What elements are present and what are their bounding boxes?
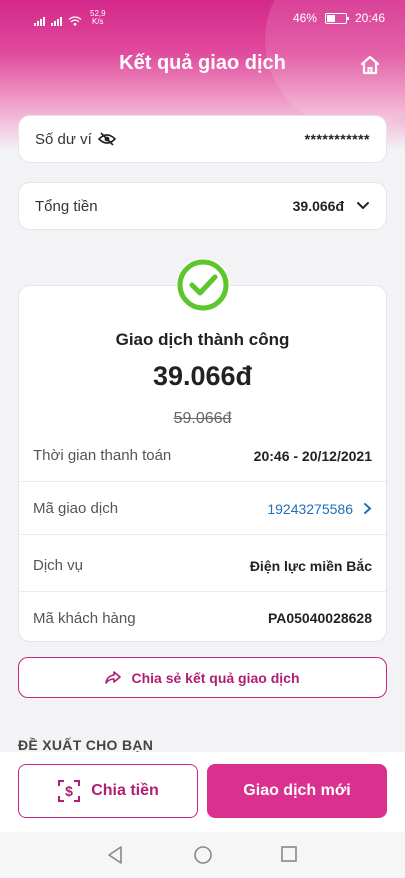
detail-label: Thời gian thanh toán <box>33 447 172 464</box>
split-money-button[interactable]: $ Chia tiền <box>18 764 198 818</box>
detail-label: Mã giao dịch <box>33 500 119 517</box>
eye-off-icon[interactable] <box>97 132 116 146</box>
system-navigation-bar <box>0 832 405 878</box>
chevron-right-icon[interactable] <box>363 502 372 515</box>
split-money-label: Chia tiền <box>91 782 159 799</box>
page-title: Kết quả giao dịch <box>119 52 286 74</box>
network-speed-unit: K/s <box>92 17 104 26</box>
back-icon[interactable] <box>106 845 124 865</box>
new-transaction-label: Giao dịch mới <box>243 782 351 799</box>
split-money-icon: $ <box>58 780 81 802</box>
detail-row-service: Dịch vụ Điện lực miền Bắc <box>19 540 386 592</box>
wallet-label: Số dư ví <box>35 130 92 148</box>
battery-icon <box>324 12 349 24</box>
total-amount-card[interactable]: Tổng tiền 39.066đ <box>18 182 387 230</box>
transaction-status: Giao dịch thành công <box>115 330 290 349</box>
status-bar: 52,9 K/s 46% 20:46 <box>0 0 405 34</box>
wallet-balance-masked: *********** <box>304 131 370 147</box>
svg-text:$: $ <box>65 783 73 799</box>
original-amount: 59.066đ <box>173 410 232 427</box>
detail-row-customer-id: Mã khách hàng PA05040028628 <box>19 592 386 644</box>
chevron-down-icon[interactable] <box>356 201 370 211</box>
wallet-balance-card: Số dư ví *********** <box>18 115 387 163</box>
detail-value: Điện lực miền Bắc <box>249 557 372 574</box>
paid-amount: 39.066đ <box>152 361 253 391</box>
home-nav-icon[interactable] <box>193 845 213 865</box>
detail-value: 20:46 - 20/12/2021 <box>253 447 372 464</box>
new-transaction-button[interactable]: Giao dịch mới <box>207 764 387 818</box>
signal-icon <box>51 15 62 26</box>
detail-label: Mã khách hàng <box>33 609 136 627</box>
share-label: Chia sẻ kết quả giao dịch <box>131 669 300 686</box>
total-label: Tổng tiền <box>35 197 98 215</box>
check-circle-icon <box>176 258 230 312</box>
share-icon <box>105 671 122 684</box>
detail-value: PA05040028628 <box>267 610 372 626</box>
transaction-id-link[interactable]: 19243275586 <box>267 501 353 517</box>
signal-icon <box>34 15 45 26</box>
total-amount: 39.066đ <box>292 198 344 214</box>
transaction-result-card: Giao dịch thành công 39.066đ 59.066đ Thờ… <box>18 285 387 642</box>
share-result-button[interactable]: Chia sẻ kết quả giao dịch <box>18 657 387 698</box>
network-speed: 52,9 K/s <box>90 10 106 26</box>
recent-apps-icon[interactable] <box>280 845 298 863</box>
detail-row-payment-time: Thời gian thanh toán 20:46 - 20/12/2021 <box>19 430 386 482</box>
detail-row-transaction-id[interactable]: Mã giao dịch 19243275586 <box>19 483 386 535</box>
clock: 20:46 <box>354 11 385 25</box>
battery-percent: 46% <box>292 11 317 25</box>
suggestions-title: ĐỀ XUẤT CHO BẠN <box>18 737 154 753</box>
home-icon[interactable] <box>359 54 381 76</box>
wifi-icon <box>68 16 82 26</box>
detail-label: Dịch vụ <box>33 557 84 574</box>
